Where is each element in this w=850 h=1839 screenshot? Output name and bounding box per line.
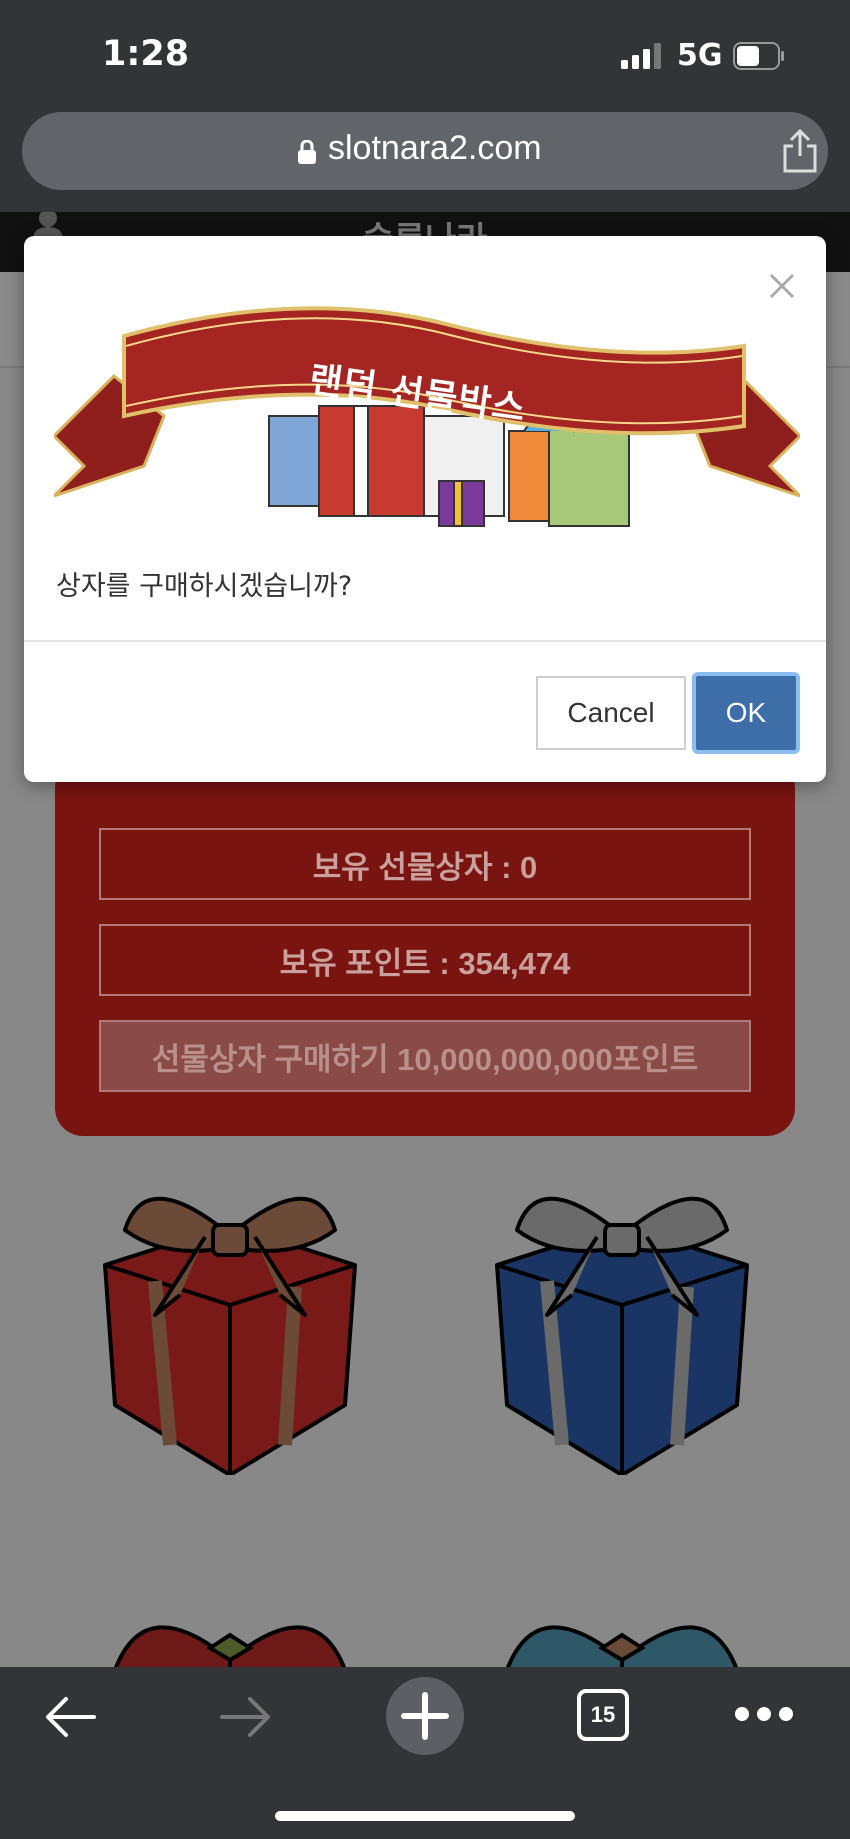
gift-box-bow-red[interactable]: [85, 1610, 375, 1670]
signal-icon: [621, 43, 661, 69]
status-bar: 1:28 5G: [0, 0, 850, 108]
new-tab-icon[interactable]: [386, 1677, 464, 1755]
battery-icon: [733, 42, 784, 70]
tabs-icon[interactable]: 15: [577, 1689, 629, 1741]
gift-box-bow-teal[interactable]: [477, 1610, 767, 1670]
address-bar[interactable]: slotnara2.com: [22, 112, 828, 190]
tab-count: 15: [577, 1689, 629, 1741]
purchase-confirm-dialog: 랜덤 선물박스 상자를 구매하시겠습니까? Cancel OK: [24, 236, 826, 782]
more-icon[interactable]: [734, 1705, 794, 1723]
owned-boxes-display: 보유 선물상자 : 0: [99, 828, 751, 900]
share-icon[interactable]: [780, 128, 820, 174]
gift-banner-image: [54, 306, 800, 527]
browser-top-bar: slotnara2.com: [0, 108, 850, 212]
forward-arrow-icon[interactable]: [220, 1695, 272, 1739]
owned-points-display: 보유 포인트 : 354,474: [99, 924, 751, 996]
home-indicator: [275, 1811, 575, 1821]
ok-button[interactable]: OK: [692, 672, 800, 754]
cancel-button[interactable]: Cancel: [536, 676, 686, 750]
buy-gift-box-button[interactable]: 선물상자 구매하기 10,000,000,000포인트: [99, 1020, 751, 1092]
dialog-divider: [24, 640, 826, 642]
url-text: slotnara2.com: [328, 129, 542, 167]
network-label: 5G: [677, 38, 723, 73]
gift-panel: 보유 선물상자 : 0 보유 포인트 : 354,474 선물상자 구매하기 1…: [55, 760, 795, 1136]
dialog-message: 상자를 구매하시겠습니까?: [56, 571, 353, 602]
lock-icon: [298, 140, 316, 164]
back-arrow-icon[interactable]: [44, 1695, 96, 1739]
gift-box-blue[interactable]: [477, 1175, 767, 1475]
gift-box-red[interactable]: [85, 1175, 375, 1475]
status-time: 1:28: [102, 34, 190, 74]
